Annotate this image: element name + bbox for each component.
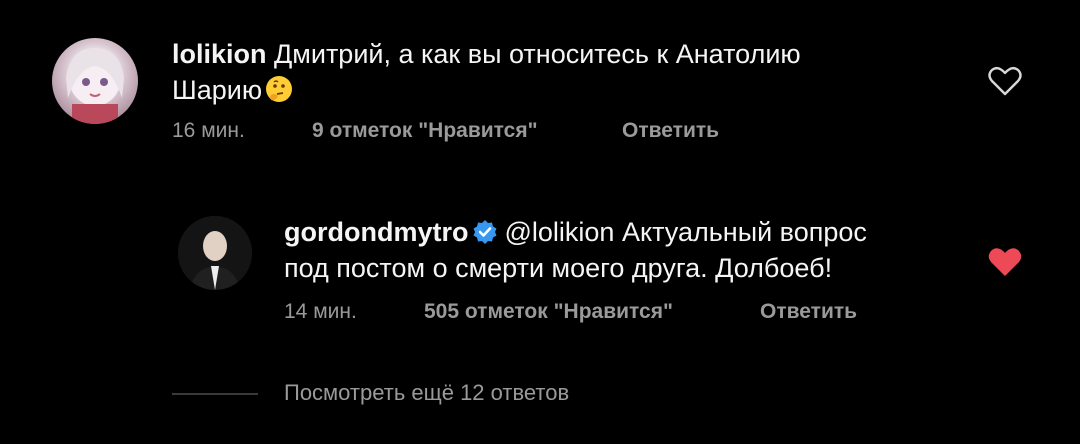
comment-text: gordondmytro @lolikion Актуальный вопрос: [284, 214, 867, 250]
comment-body-line1: Дмитрий, а как вы относитесь к Анатолию: [274, 39, 801, 69]
likes-count-label: 505 отметок "Нравится": [424, 300, 673, 323]
avatar-anime-girl-icon: [66, 48, 124, 124]
avatar[interactable]: [52, 38, 138, 124]
verified-badge-icon: [473, 220, 497, 244]
likes-count-label: 9 отметок "Нравится": [312, 119, 538, 142]
avatar-man-icon: [178, 216, 252, 290]
comment-body-line1: Актуальный вопрос: [621, 217, 867, 247]
reply-button[interactable]: Ответить: [760, 300, 857, 324]
heart-outline-icon[interactable]: [988, 66, 1022, 96]
comment-likes[interactable]: 9 отметок "Нравится": [312, 119, 538, 143]
comment-time: 14 мин.: [284, 300, 357, 323]
comment-likes[interactable]: 505 отметок "Нравится": [424, 300, 673, 324]
view-more-replies-button[interactable]: Посмотреть ещё 12 ответов: [284, 380, 569, 406]
mention-link[interactable]: @lolikion: [504, 217, 614, 247]
reply-label: Ответить: [622, 119, 720, 142]
avatar[interactable]: [178, 216, 252, 290]
comment-time: 16 мин.: [172, 119, 245, 142]
comment-text: lolikion Дмитрий, а как вы относитесь к …: [172, 36, 801, 72]
comment-username[interactable]: gordondmytro: [284, 217, 468, 247]
heart-filled-icon[interactable]: [988, 247, 1022, 277]
comment-username[interactable]: lolikion: [172, 39, 267, 69]
reply-button[interactable]: Ответить: [622, 119, 719, 143]
comment-body-line2: под постом о смерти моего друга. Долбоеб…: [284, 253, 833, 283]
comment-text-line2: под постом о смерти моего друга. Долбоеб…: [284, 250, 832, 286]
divider: [172, 393, 258, 395]
comment-body-line2: Шарию: [172, 75, 263, 105]
reply-label: Ответить: [760, 300, 858, 323]
thinking-face-icon: [266, 76, 293, 102]
comment-text-line2: Шарию: [172, 72, 294, 108]
